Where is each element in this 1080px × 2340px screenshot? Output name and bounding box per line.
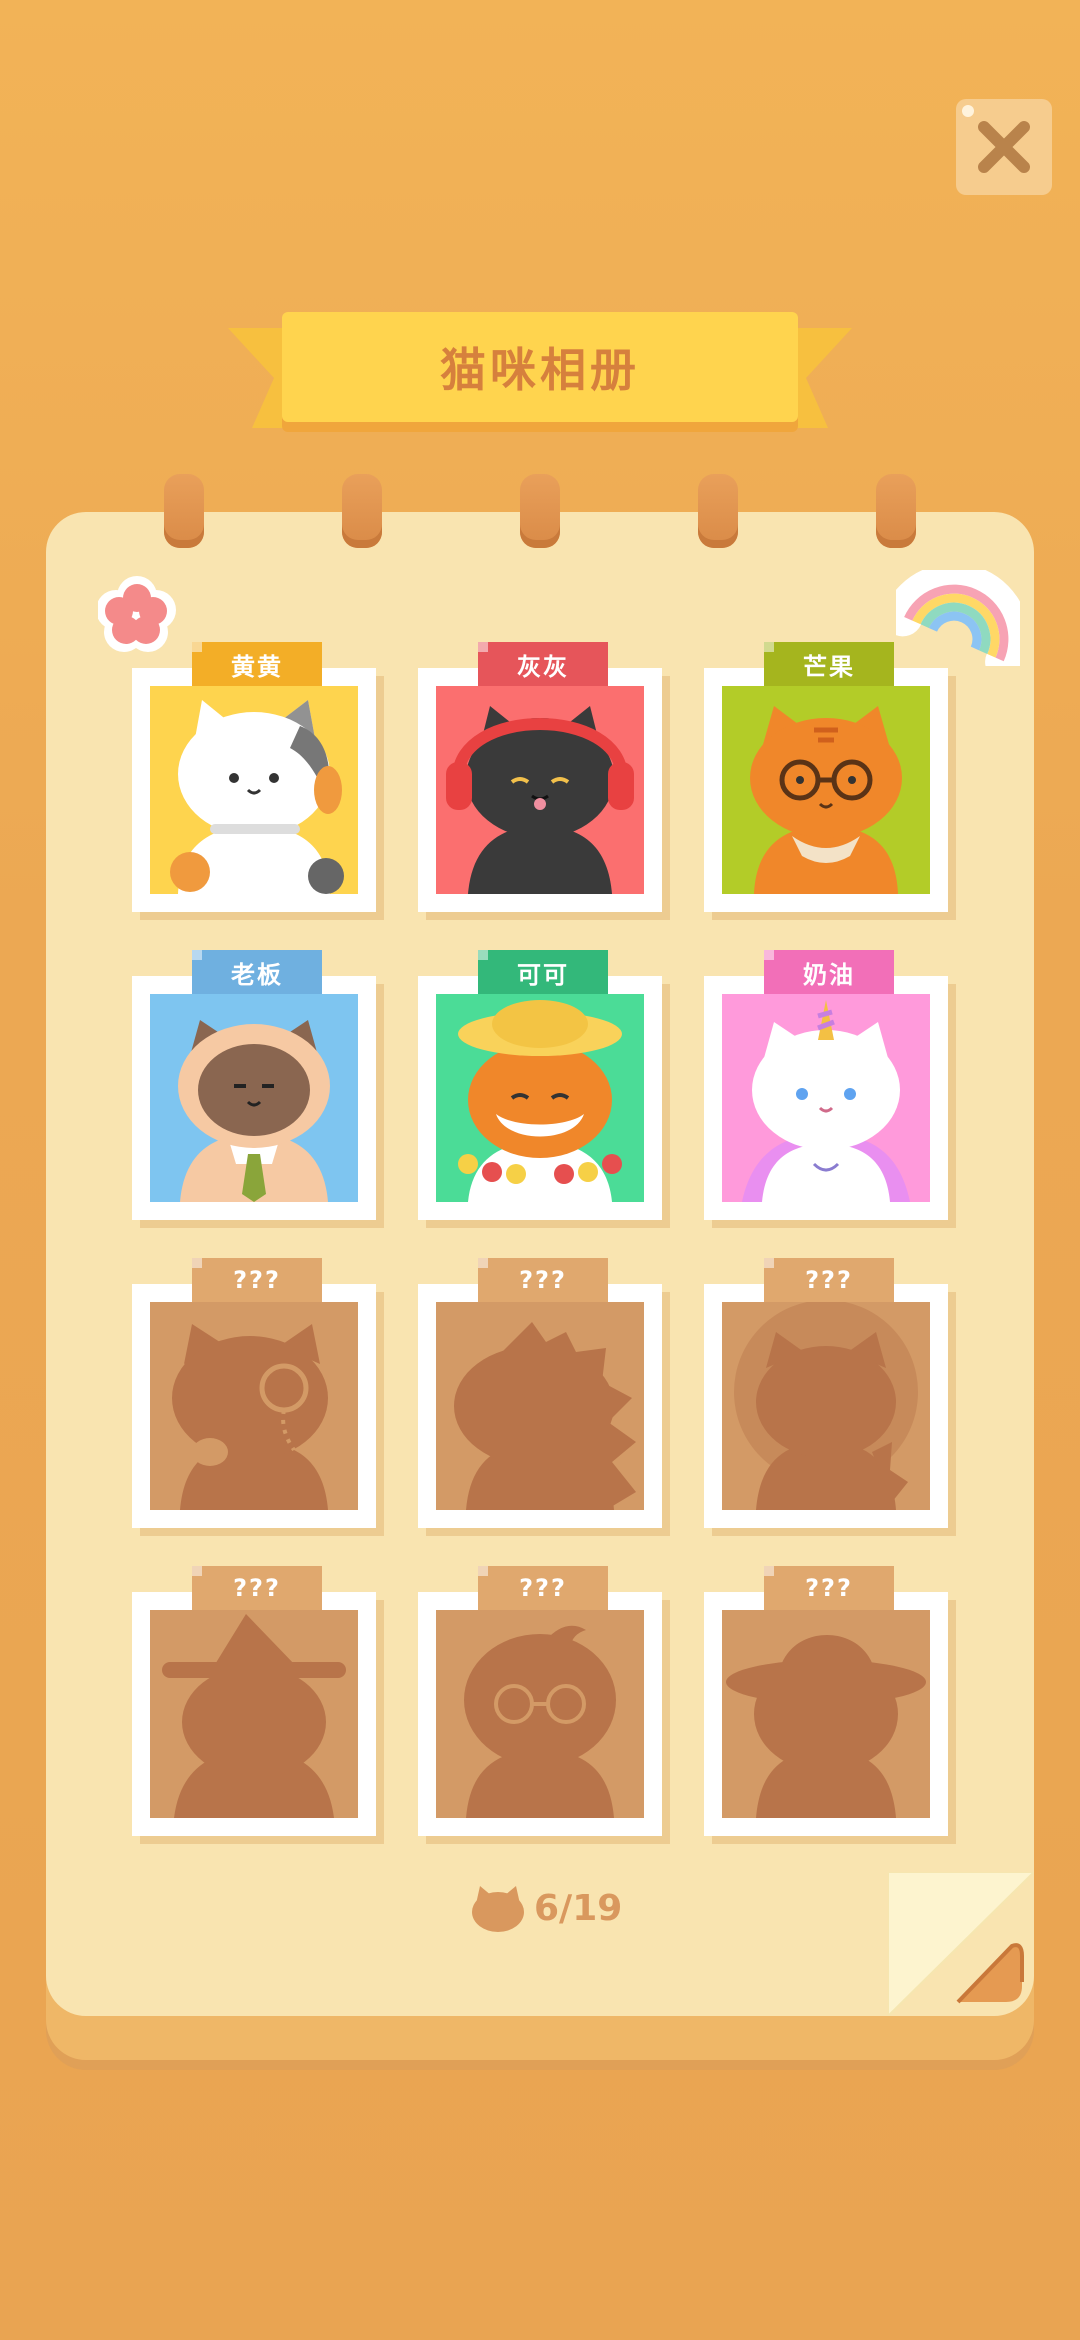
binder-ring: [698, 474, 738, 548]
cat-name-tag: 黄黄: [192, 642, 322, 686]
black-cat-headphones-icon: [446, 706, 634, 894]
binder-ring: [164, 474, 204, 548]
calico-cat-icon: [170, 700, 344, 894]
cat-photo: [436, 686, 644, 894]
locked-photo: [436, 1302, 644, 1510]
locked-cat-card[interactable]: ???: [704, 1258, 948, 1528]
rainbow-sticker-icon: [896, 570, 1020, 666]
cat-name-tag: 芒果: [764, 642, 894, 686]
binder-ring: [876, 474, 916, 548]
cat-head-icon: [472, 1886, 524, 1932]
cat-name: ???: [233, 1574, 281, 1602]
title-ribbon: 猫咪相册: [228, 310, 852, 450]
cat-photo: [722, 686, 930, 894]
binder-ring: [520, 474, 560, 548]
locked-tag: ???: [478, 1566, 608, 1610]
locked-tag: ???: [764, 1258, 894, 1302]
counter-text: 6/19: [534, 1887, 623, 1929]
cat-card-huanghuang[interactable]: 黄黄: [132, 642, 376, 912]
cat-name: 芒果: [803, 652, 855, 681]
locked-tag: ???: [764, 1566, 894, 1610]
locked-tag: ???: [192, 1258, 322, 1302]
cat-name: 黄黄: [231, 652, 283, 681]
cat-card-mangguo[interactable]: 芒果: [704, 642, 948, 912]
locked-photo: [436, 1610, 644, 1818]
cat-name: ???: [805, 1574, 853, 1602]
locked-cat-card[interactable]: ???: [132, 1258, 376, 1528]
siamese-cat-tie-icon: [178, 1020, 330, 1202]
locked-cat-card[interactable]: ???: [132, 1566, 376, 1836]
next-page-corner[interactable]: [888, 1872, 1034, 2016]
cat-name: ???: [805, 1266, 853, 1294]
close-icon: [978, 121, 1030, 173]
cat-name: ???: [519, 1266, 567, 1294]
cat-name-tag: 可可: [478, 950, 608, 994]
cat-photo: [150, 994, 358, 1202]
cat-card-huihui[interactable]: 灰灰: [418, 642, 662, 912]
cat-photo: [150, 686, 358, 894]
cat-card-keke[interactable]: 可可: [418, 950, 662, 1220]
cat-name-tag: 灰灰: [478, 642, 608, 686]
binder-ring: [342, 474, 382, 548]
cat-name: ???: [519, 1574, 567, 1602]
locked-photo: [150, 1610, 358, 1818]
wide-hat-cat-silhouette-icon: [726, 1635, 926, 1818]
page-title: 猫咪相册: [440, 343, 640, 397]
cat-name: 可可: [517, 960, 569, 989]
cat-name: 奶油: [803, 960, 855, 989]
monocle-cat-silhouette-icon: [172, 1324, 328, 1510]
cat-name: 灰灰: [517, 652, 569, 681]
locked-cat-card[interactable]: ???: [418, 1566, 662, 1836]
cat-card-laoban[interactable]: 老板: [132, 950, 376, 1220]
close-button[interactable]: [956, 99, 1052, 195]
cat-name-tag: 奶油: [764, 950, 894, 994]
flower-sticker-icon: [98, 576, 176, 652]
cat-photo: [722, 994, 930, 1202]
locked-tag: ???: [478, 1258, 608, 1302]
collection-counter: 6/19: [470, 1884, 622, 1932]
locked-photo: [722, 1302, 930, 1510]
locked-photo: [722, 1610, 930, 1818]
cat-name-tag: 老板: [192, 950, 322, 994]
locked-cat-card[interactable]: ???: [704, 1566, 948, 1836]
ribbon-banner: 猫咪相册: [282, 312, 798, 422]
cat-name: ???: [233, 1266, 281, 1294]
glasses-cat-silhouette-icon: [464, 1625, 616, 1818]
orange-cat-glasses-icon: [750, 706, 902, 894]
shine-dot: [962, 105, 974, 117]
orange-cat-straw-hat-icon: [458, 1000, 622, 1202]
top-hat-cat-silhouette-icon: [162, 1614, 346, 1818]
locked-photo: [150, 1302, 358, 1510]
locked-tag: ???: [192, 1566, 322, 1610]
locked-cat-card[interactable]: ???: [418, 1258, 662, 1528]
spiky-cat-silhouette-icon: [454, 1322, 636, 1510]
cat-card-naiyou[interactable]: 奶油: [704, 950, 948, 1220]
cat-name: 老板: [231, 960, 283, 989]
cat-photo: [436, 994, 644, 1202]
round-cat-silhouette-icon: [734, 1302, 918, 1510]
white-cat-unicorn-icon: [742, 1000, 910, 1202]
